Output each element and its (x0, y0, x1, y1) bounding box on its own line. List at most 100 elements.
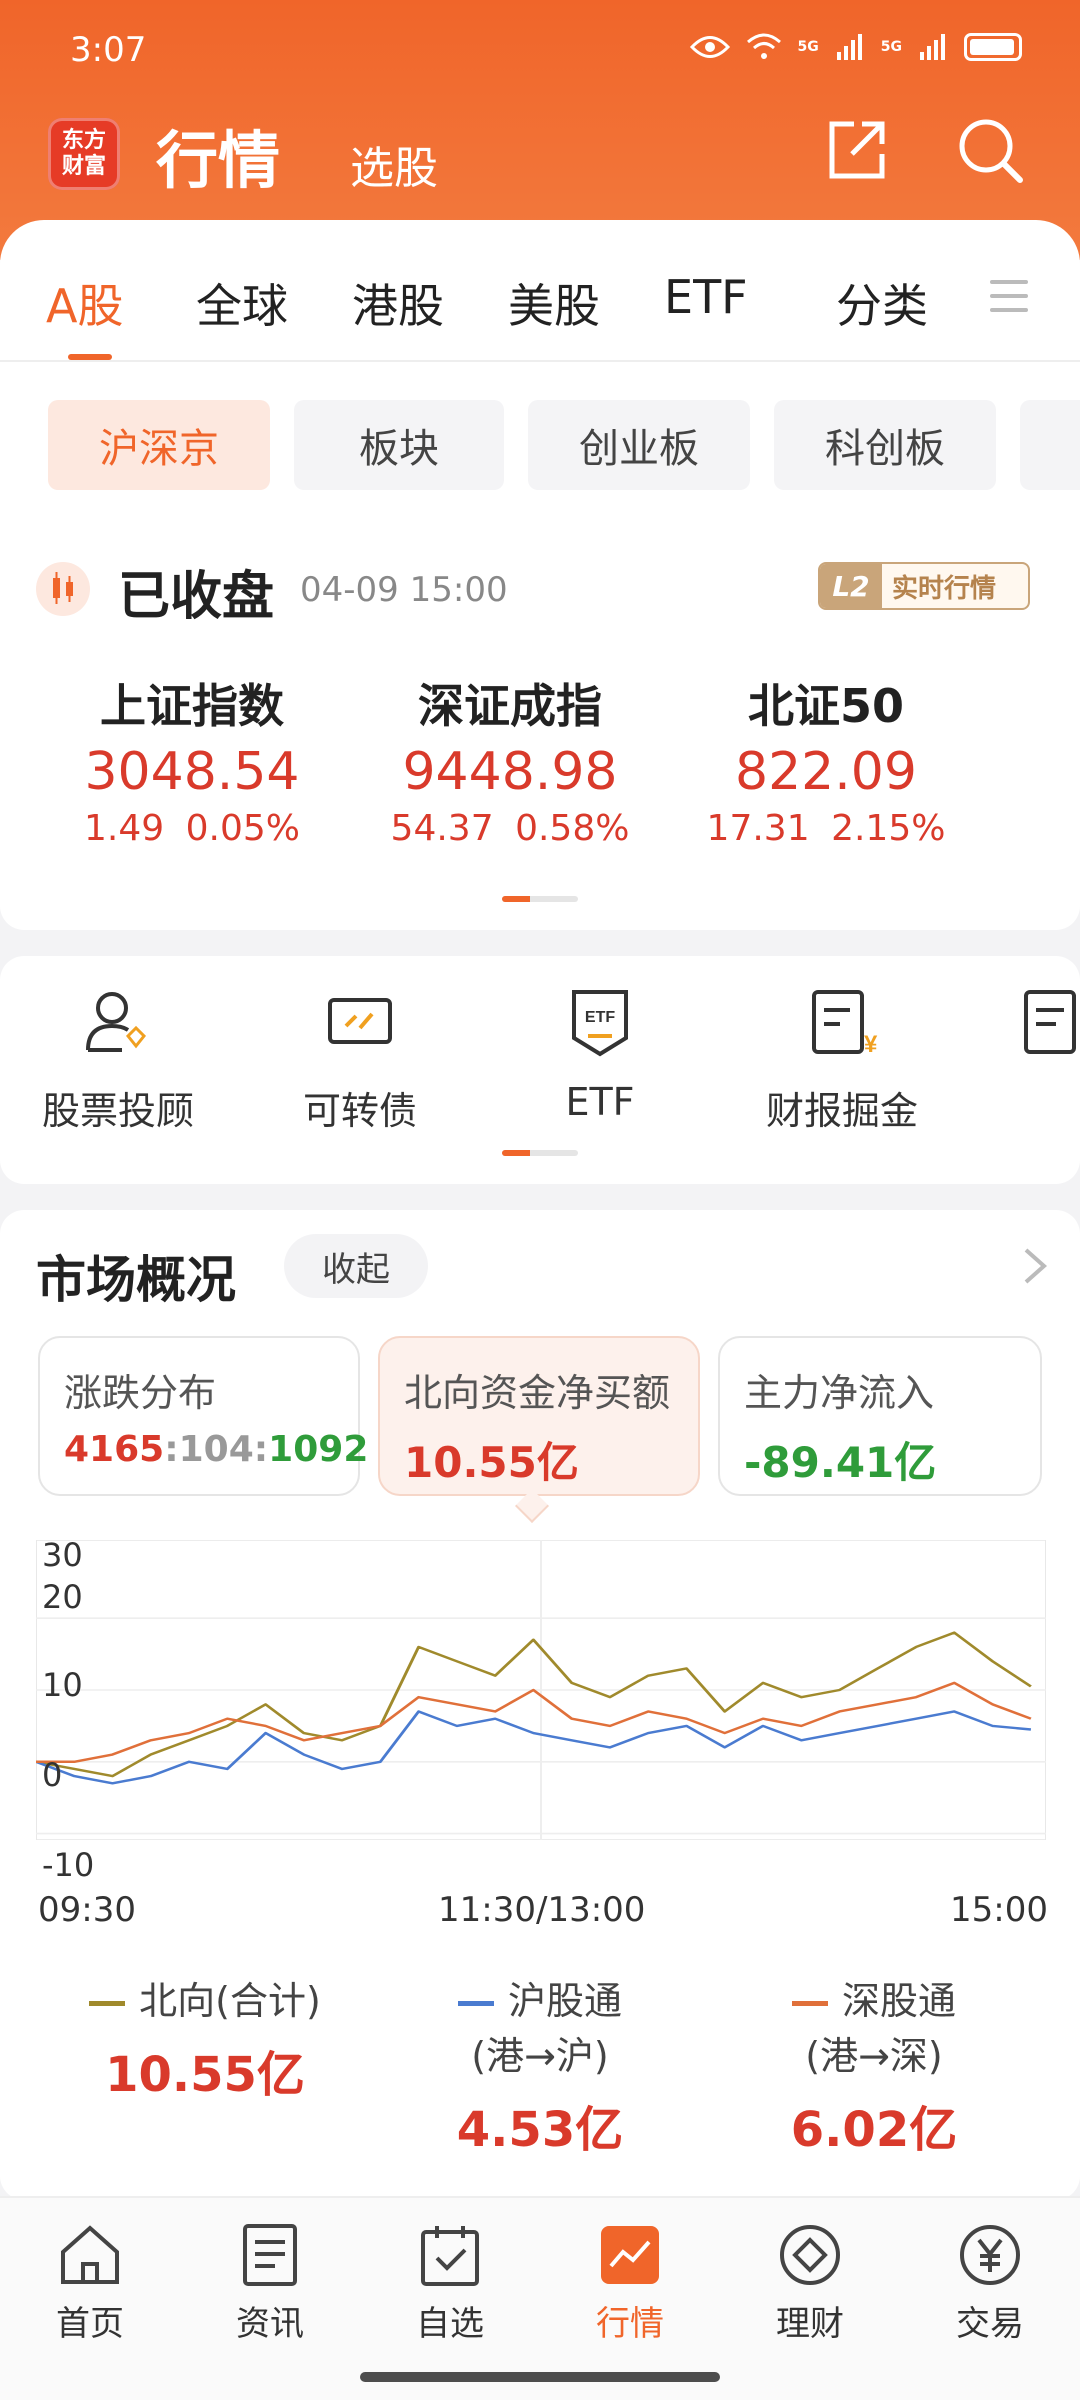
subtab-hushenjing[interactable]: 沪深京 (48, 400, 270, 490)
advisor-icon (86, 992, 147, 1052)
stat-value: 4165:104:1092 (64, 1429, 369, 1470)
logo-text-line2: 财富 (61, 154, 106, 179)
func-partial[interactable] (996, 986, 1080, 1058)
stat-label: 北向资金净买额 (404, 1371, 671, 1415)
index-card-sh[interactable]: 上证指数 3048.54 1.49 0.05% (42, 670, 342, 849)
y-tick: 30 (42, 1536, 83, 1574)
func-earnings[interactable]: ¥ 财报掘金 (732, 986, 952, 1135)
legend-value: 4.53亿 (456, 2102, 624, 2158)
index-value: 9448.98 (402, 742, 618, 802)
etf-icon: ETF (572, 990, 628, 1057)
index-value: 822.09 (735, 742, 917, 802)
func-stock-advisor[interactable]: 股票投顾 (8, 986, 228, 1135)
subtab-chinext[interactable]: 创业板 (528, 400, 750, 490)
northbound-flow-chart (36, 1540, 1046, 1840)
subtab-star[interactable]: 科创板 (774, 400, 996, 490)
index-name: 上证指数 (100, 679, 284, 733)
stat-advance-decline[interactable]: 涨跌分布 4165:104:1092 (38, 1336, 369, 1496)
document-icon (1024, 990, 1076, 1054)
func-etf[interactable]: ETF ETF (490, 986, 710, 1124)
stat-main-inflow[interactable]: 主力净流入 -89.41亿 (718, 1336, 1042, 1496)
bottom-navigation: 首页 资讯 自选 行情 理财 交易 (0, 2196, 1080, 2400)
app-logo[interactable]: 东方 财富 (48, 118, 120, 190)
stock-picker-tab[interactable]: 选股 (350, 132, 438, 196)
legend-shenzhen-connect[interactable]: 深股通 (港→深) 6.02亿 (724, 1970, 1024, 2160)
nav-wealth[interactable]: 理财 (720, 2220, 900, 2345)
market-overview-card: A股 全球 港股 美股 ETF 分类 沪深京 板块 创业板 科创板 已收盘 04… (0, 220, 1080, 930)
index-pager (502, 896, 578, 902)
l2-tag: L2 (820, 564, 882, 608)
search-icon[interactable] (954, 114, 1026, 186)
index-name: 北证50 (747, 679, 904, 733)
stat-northbound[interactable]: 北向资金净买额 10.55亿 (378, 1336, 700, 1496)
status-icons: 5G 5G (689, 32, 1022, 62)
nav-trade[interactable]: 交易 (900, 2220, 1080, 2345)
nav-label: 行情 (596, 2304, 664, 2344)
tab-us[interactable]: 美股 (508, 270, 600, 336)
nav-label: 首页 (56, 2304, 124, 2344)
legend-name: 深股通 (724, 1970, 1024, 2025)
x-tick: 09:30 (38, 1890, 136, 1930)
index-name-partial (990, 670, 1080, 724)
market-tabs: A股 全球 港股 美股 ETF 分类 (0, 220, 1080, 362)
stat-label: 主力净流入 (744, 1371, 935, 1415)
nav-watchlist[interactable]: 自选 (360, 2220, 540, 2345)
network-label-1: 5G (797, 39, 819, 55)
market-closed-label: 已收盘 (118, 567, 275, 627)
x-tick: 11:30/13:00 (438, 1890, 646, 1930)
func-convertible-bond[interactable]: 可转债 (250, 986, 470, 1135)
index-value: 3048.54 (84, 742, 300, 802)
watchlist-icon (421, 2226, 479, 2286)
index-change: 54.37 0.58% (390, 808, 630, 849)
tab-etf[interactable]: ETF (664, 270, 748, 324)
signal-icon (920, 34, 945, 60)
index-card-sz[interactable]: 深证成指 9448.98 54.37 0.58% (360, 670, 660, 849)
subtab-sector[interactable]: 板块 (294, 400, 504, 490)
y-tick: 0 (42, 1756, 63, 1794)
index-card-bz50[interactable]: 北证50 822.09 17.31 2.15% (676, 670, 976, 849)
wealth-icon (780, 2225, 840, 2285)
chevron-right-icon[interactable] (1020, 1246, 1050, 1286)
legend-value: 10.55亿 (105, 2047, 305, 2103)
legend-northbound[interactable]: 北向(合计) 10.55亿 (60, 1970, 350, 2105)
index-change: 1.49 0.05% (84, 808, 300, 849)
legend-value: 6.02亿 (790, 2102, 958, 2158)
tab-a-share[interactable]: A股 (46, 270, 123, 336)
page-title[interactable]: 行情 (156, 110, 280, 200)
logo-text-line1: 东方 (61, 128, 106, 153)
stat-value: 10.55亿 (404, 1438, 579, 1487)
tab-global[interactable]: 全球 (196, 270, 288, 336)
nav-market[interactable]: 行情 (540, 2220, 720, 2345)
func-label: 股票投顾 (41, 1089, 194, 1133)
l2-realtime-badge[interactable]: L2 实时行情 (818, 562, 1030, 610)
tab-category[interactable]: 分类 (836, 270, 928, 336)
news-icon (243, 2224, 297, 2286)
subtab-more[interactable] (1020, 400, 1080, 490)
nav-home[interactable]: 首页 (0, 2220, 180, 2345)
status-time: 3:07 (70, 30, 147, 70)
menu-icon[interactable] (990, 280, 1028, 314)
yen-icon (960, 2225, 1020, 2285)
market-summary-card: 市场概况 收起 涨跌分布 4165:104:1092 北向资金净买额 10.55… (0, 1210, 1080, 2200)
index-name: 深证成指 (418, 679, 602, 733)
l2-text: 实时行情 (892, 573, 997, 604)
status-bar: 3:07 5G 5G (0, 0, 1080, 100)
nav-news[interactable]: 资讯 (180, 2220, 360, 2345)
series-line-2 (36, 1710, 1032, 1785)
share-icon[interactable] (824, 118, 890, 184)
network-label-2: 5G (880, 39, 902, 55)
legend-name: 沪股通 (390, 1970, 690, 2025)
series-line-3 (36, 1681, 1032, 1763)
signal-icon (836, 34, 862, 60)
index-change: 17.31 2.15% (706, 808, 946, 849)
collapse-button[interactable]: 收起 (284, 1234, 428, 1298)
tab-indicator (68, 354, 112, 360)
stat-value: -89.41亿 (744, 1438, 937, 1487)
index-card-partial[interactable] (990, 670, 1080, 724)
nav-label: 自选 (416, 2304, 484, 2344)
legend-subtitle: (港→深) (805, 2034, 943, 2078)
market-chart-icon (601, 2226, 659, 2284)
legend-shanghai-connect[interactable]: 沪股通 (港→沪) 4.53亿 (390, 1970, 690, 2160)
legend-subtitle: (港→沪) (471, 2034, 609, 2078)
tab-hk[interactable]: 港股 (352, 270, 444, 336)
